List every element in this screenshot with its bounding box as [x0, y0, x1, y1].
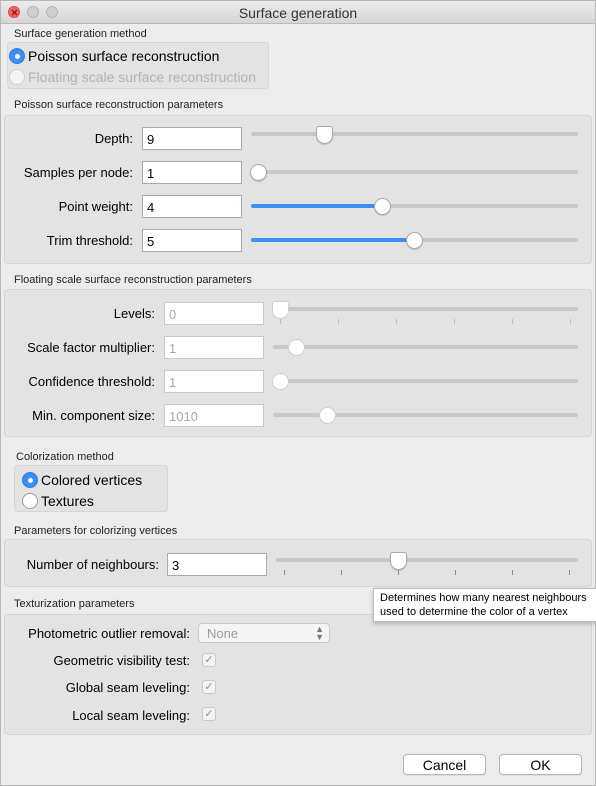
scale-factor-slider-knob[interactable]: [288, 339, 305, 356]
vertex-params-heading: Parameters for colorizing vertices: [14, 525, 178, 537]
radio-colored-vertices-indicator[interactable]: [22, 472, 38, 488]
scale-factor-label: Scale factor multiplier:: [27, 340, 155, 355]
cancel-button[interactable]: Cancel: [403, 754, 486, 775]
levels-tick: [396, 319, 397, 324]
geometric-visibility-checkbox[interactable]: ✓: [202, 653, 216, 667]
window-title: Surface generation: [238, 5, 358, 21]
neighbours-slider-knob[interactable]: [390, 552, 407, 570]
trim-threshold-slider-fill: [251, 238, 415, 242]
depth-label: Depth:: [94, 131, 133, 146]
min-component-slider-knob[interactable]: [319, 407, 336, 424]
confidence-threshold-label: Confidence threshold:: [28, 374, 155, 389]
neighbours-tick: [341, 570, 342, 575]
outlier-removal-select[interactable]: None ▲ ▼: [198, 623, 330, 643]
title-bar: Surface generation: [1, 1, 595, 24]
neighbours-field[interactable]: 3: [167, 553, 267, 576]
local-seam-leveling-checkbox[interactable]: ✓: [202, 707, 216, 721]
neighbours-tick: [284, 570, 285, 575]
scale-factor-field[interactable]: 1: [164, 336, 264, 359]
point-weight-slider-fill: [251, 204, 383, 208]
neighbours-tick: [512, 570, 513, 575]
levels-tick: [512, 319, 513, 324]
samples-per-node-field[interactable]: 1: [142, 161, 242, 184]
updown-chevron-icon: ▲ ▼: [315, 624, 324, 642]
samples-per-node-label: Samples per node:: [23, 165, 133, 180]
geometric-visibility-label: Geometric visibility test:: [53, 653, 190, 668]
radio-floating-scale-label: Floating scale surface reconstruction: [28, 69, 256, 85]
neighbours-tick: [398, 570, 399, 575]
colorization-heading: Colorization method: [16, 451, 114, 463]
radio-colored-vertices[interactable]: Colored vertices: [22, 472, 142, 488]
levels-tick: [280, 319, 281, 324]
radio-colored-vertices-label: Colored vertices: [41, 472, 143, 488]
neighbours-slider-track[interactable]: [276, 558, 578, 562]
levels-label: Levels:: [113, 306, 155, 321]
neighbours-tick: [569, 570, 570, 575]
levels-field[interactable]: 0: [164, 302, 264, 325]
radio-textures-indicator[interactable]: [22, 493, 38, 509]
levels-slider-knob[interactable]: [272, 301, 289, 319]
point-weight-field[interactable]: 4: [142, 195, 242, 218]
trim-threshold-field[interactable]: 5: [142, 229, 242, 252]
floating-params-heading: Floating scale surface reconstruction pa…: [14, 274, 252, 286]
outlier-removal-label: Photometric outlier removal:: [28, 626, 190, 641]
global-seam-leveling-checkbox[interactable]: ✓: [202, 680, 216, 694]
min-component-size-label: Min. component size:: [32, 408, 155, 423]
radio-poisson[interactable]: Poisson surface reconstruction: [9, 48, 219, 64]
point-weight-slider-knob[interactable]: [374, 198, 391, 215]
surface-method-heading: Surface generation method: [14, 28, 147, 40]
tooltip-line-2: used to determine the color of a vertex: [380, 606, 568, 618]
trim-threshold-label: Trim threshold:: [46, 233, 133, 248]
confidence-slider-track[interactable]: [273, 379, 578, 383]
point-weight-label: Point weight:: [58, 199, 133, 214]
trim-threshold-slider-knob[interactable]: [406, 232, 423, 249]
radio-poisson-indicator[interactable]: [9, 48, 25, 64]
local-seam-leveling-label: Local seam leveling:: [72, 708, 190, 723]
neighbours-tick: [455, 570, 456, 575]
radio-floating-scale: Floating scale surface reconstruction: [9, 69, 256, 85]
samples-slider-knob[interactable]: [250, 164, 267, 181]
surface-generation-dialog: Surface generation Surface generation me…: [0, 0, 596, 786]
ok-button[interactable]: OK: [499, 754, 582, 775]
radio-floating-scale-indicator: [9, 69, 25, 85]
min-component-size-field[interactable]: 1010: [164, 404, 264, 427]
confidence-slider-knob[interactable]: [272, 373, 289, 390]
levels-tick: [454, 319, 455, 324]
radio-poisson-label: Poisson surface reconstruction: [28, 48, 220, 64]
point-weight-slider-track[interactable]: [251, 204, 578, 208]
levels-tick: [338, 319, 339, 324]
poisson-params-heading: Poisson surface reconstruction parameter…: [14, 99, 224, 111]
depth-slider-knob[interactable]: [316, 126, 333, 144]
neighbours-tooltip: Determines how many nearest neighbours u…: [373, 588, 596, 622]
radio-textures[interactable]: Textures: [22, 493, 94, 509]
texturization-heading: Texturization parameters: [14, 598, 135, 610]
depth-field[interactable]: 9: [142, 127, 242, 150]
neighbours-label: Number of neighbours:: [26, 557, 159, 572]
levels-slider-track[interactable]: [273, 307, 578, 311]
outlier-removal-value: None: [207, 626, 239, 641]
radio-textures-label: Textures: [41, 493, 94, 509]
levels-tick: [570, 319, 571, 324]
samples-slider-track[interactable]: [251, 170, 578, 174]
confidence-threshold-field[interactable]: 1: [164, 370, 264, 393]
tooltip-line-1: Determines how many nearest neighbours: [380, 592, 587, 604]
depth-slider-track[interactable]: [251, 132, 578, 136]
global-seam-leveling-label: Global seam leveling:: [65, 680, 190, 695]
scale-factor-slider-track[interactable]: [273, 345, 578, 349]
